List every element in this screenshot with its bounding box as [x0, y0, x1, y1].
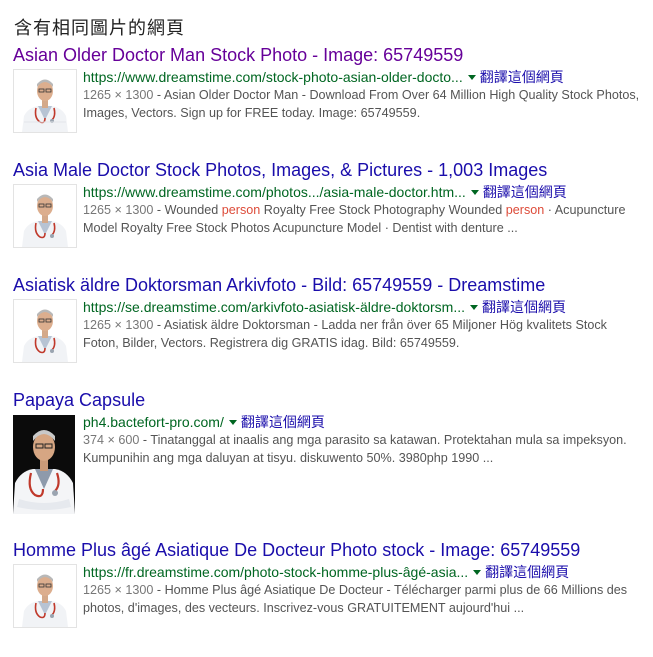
- result-url-line: ph4.bactefort-pro.com/翻譯這個網頁: [83, 413, 643, 431]
- search-result: Asiatisk äldre Doktorsman Arkivfoto - Bi…: [13, 274, 643, 378]
- result-title-link[interactable]: Homme Plus âgé Asiatique De Docteur Phot…: [13, 539, 643, 561]
- dropdown-caret-icon[interactable]: [228, 420, 237, 425]
- result-url[interactable]: https://fr.dreamstime.com/photo-stock-ho…: [83, 564, 468, 580]
- result-body: ph4.bactefort-pro.com/翻譯這個網頁 374 × 600 -…: [13, 413, 643, 514]
- dropdown-caret-icon[interactable]: [470, 190, 479, 195]
- result-body: https://se.dreamstime.com/arkivfoto-asia…: [13, 298, 643, 378]
- result-info: ph4.bactefort-pro.com/翻譯這個網頁 374 × 600 -…: [83, 413, 643, 467]
- image-dimensions: 1265 × 1300: [83, 88, 154, 102]
- translate-link[interactable]: 翻譯這個網頁: [480, 69, 564, 85]
- result-snippet: 1265 × 1300 - Wounded person Royalty Fre…: [83, 201, 643, 237]
- result-url-line: https://se.dreamstime.com/arkivfoto-asia…: [83, 298, 643, 316]
- result-info: https://www.dreamstime.com/photos.../asi…: [83, 183, 643, 237]
- doctor-thumbnail-icon: [14, 185, 76, 247]
- dropdown-caret-icon[interactable]: [470, 305, 479, 310]
- search-result: Asian Older Doctor Man Stock Photo - Ima…: [13, 44, 643, 148]
- result-url[interactable]: ph4.bactefort-pro.com/: [83, 414, 224, 430]
- result-url-line: https://www.dreamstime.com/stock-photo-a…: [83, 68, 643, 86]
- result-thumbnail[interactable]: [13, 299, 77, 363]
- translate-link[interactable]: 翻譯這個網頁: [485, 564, 569, 580]
- result-title-link[interactable]: Papaya Capsule: [13, 389, 643, 411]
- doctor-thumbnail-icon: [14, 300, 76, 362]
- result-snippet: 374 × 600 - Tinatanggal at inaalis ang m…: [83, 431, 643, 467]
- dropdown-caret-icon[interactable]: [473, 570, 482, 575]
- translate-link[interactable]: 翻譯這個網頁: [483, 184, 567, 200]
- snippet-highlight: person: [221, 203, 261, 217]
- result-url-line: https://fr.dreamstime.com/photo-stock-ho…: [83, 563, 643, 581]
- result-thumbnail[interactable]: [13, 415, 75, 514]
- snippet-text: - Wounded: [153, 203, 222, 217]
- search-result: Papaya Capsule ph4.bactefort-pro.com/翻譯這…: [13, 389, 643, 514]
- snippet-text: Royalty Free Stock Photography Wounded: [260, 203, 506, 217]
- image-dimensions: 374 × 600: [83, 433, 140, 447]
- search-result: Asia Male Doctor Stock Photos, Images, &…: [13, 159, 643, 263]
- translate-link[interactable]: 翻譯這個網頁: [482, 299, 566, 315]
- result-info: https://se.dreamstime.com/arkivfoto-asia…: [83, 298, 643, 352]
- result-url[interactable]: https://www.dreamstime.com/stock-photo-a…: [83, 69, 463, 85]
- result-snippet: 1265 × 1300 - Homme Plus âgé Asiatique D…: [83, 581, 643, 617]
- result-title-link[interactable]: Asiatisk äldre Doktorsman Arkivfoto - Bi…: [13, 274, 643, 296]
- result-info: https://www.dreamstime.com/stock-photo-a…: [83, 68, 643, 122]
- snippet-text: - Tinatanggal at inaalis ang mga parasit…: [83, 433, 627, 465]
- result-thumbnail[interactable]: [13, 184, 77, 248]
- doctor-thumbnail-icon: [14, 70, 76, 132]
- result-snippet: 1265 × 1300 - Asian Older Doctor Man - D…: [83, 86, 643, 122]
- search-result: Homme Plus âgé Asiatique De Docteur Phot…: [13, 539, 643, 643]
- snippet-text: - Homme Plus âgé Asiatique De Docteur - …: [83, 583, 628, 615]
- doctor-portrait-dark-thumbnail-icon: [13, 415, 75, 514]
- result-url[interactable]: https://www.dreamstime.com/photos.../asi…: [83, 184, 466, 200]
- result-body: https://www.dreamstime.com/photos.../asi…: [13, 183, 643, 263]
- snippet-highlight: person: [505, 203, 545, 217]
- translate-link[interactable]: 翻譯這個網頁: [241, 414, 325, 430]
- image-dimensions: 1265 × 1300: [83, 203, 154, 217]
- doctor-thumbnail-icon: [14, 565, 76, 627]
- result-url-line: https://www.dreamstime.com/photos.../asi…: [83, 183, 643, 201]
- image-dimensions: 1265 × 1300: [83, 583, 154, 597]
- result-body: https://www.dreamstime.com/stock-photo-a…: [13, 68, 643, 148]
- result-url[interactable]: https://se.dreamstime.com/arkivfoto-asia…: [83, 299, 465, 315]
- snippet-text: - Asian Older Doctor Man - Download From…: [83, 88, 640, 120]
- result-body: https://fr.dreamstime.com/photo-stock-ho…: [13, 563, 643, 643]
- section-heading: 含有相同圖片的網頁: [14, 18, 185, 38]
- result-title-link[interactable]: Asia Male Doctor Stock Photos, Images, &…: [13, 159, 643, 181]
- result-title-link[interactable]: Asian Older Doctor Man Stock Photo - Ima…: [13, 44, 643, 66]
- result-info: https://fr.dreamstime.com/photo-stock-ho…: [83, 563, 643, 617]
- snippet-text: - Asiatisk äldre Doktorsman - Ladda ner …: [83, 318, 607, 350]
- result-thumbnail[interactable]: [13, 69, 77, 133]
- result-thumbnail[interactable]: [13, 564, 77, 628]
- result-snippet: 1265 × 1300 - Asiatisk äldre Doktorsman …: [83, 316, 643, 352]
- dropdown-caret-icon[interactable]: [467, 75, 476, 80]
- image-dimensions: 1265 × 1300: [83, 318, 154, 332]
